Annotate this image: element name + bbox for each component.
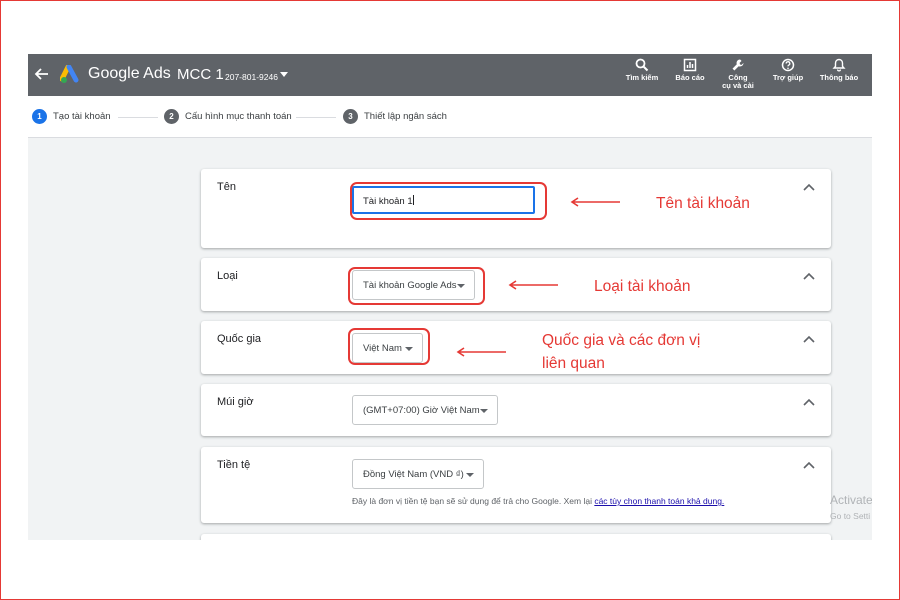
account-dropdown-caret-icon[interactable] xyxy=(280,72,288,77)
arrow-left-icon xyxy=(508,280,558,290)
activate-watermark-sub: Go to Setti xyxy=(830,511,871,521)
app-name: Google Ads xyxy=(88,65,171,82)
name-annotation: Tên tài khoản xyxy=(656,195,750,212)
step-3-number[interactable]: 3 xyxy=(343,109,358,124)
reports-tool-button[interactable]: Báo cáo xyxy=(670,58,710,82)
reports-tool-label: Báo cáo xyxy=(675,73,705,82)
currency-dropdown[interactable]: Đồng Việt Nam (VND ₫) xyxy=(352,459,484,489)
step-connector xyxy=(296,117,336,118)
step-1-label[interactable]: Tạo tài khoản xyxy=(53,111,111,122)
chevron-up-icon[interactable] xyxy=(803,183,815,191)
name-field-highlight xyxy=(350,182,547,220)
next-section xyxy=(201,534,831,540)
timezone-section: Múi giờ (GMT+07:00) Giờ Việt Nam xyxy=(201,384,831,436)
dropdown-caret-icon xyxy=(466,473,474,477)
type-label: Loại xyxy=(217,270,238,282)
arrow-back-icon[interactable] xyxy=(32,64,52,84)
country-annotation: Quốc gia và các đơn vị liên quan xyxy=(542,332,701,372)
account-name[interactable]: MCC 1 xyxy=(177,66,224,83)
wrench-icon xyxy=(732,59,744,71)
timezone-value: (GMT+07:00) Giờ Việt Nam xyxy=(363,405,480,416)
search-tool-button[interactable]: Tìm kiếm xyxy=(622,58,662,82)
arrow-left-icon xyxy=(570,197,620,207)
currency-section: Tiền tệ Đồng Việt Nam (VND ₫) Đây là đơn… xyxy=(201,447,831,523)
name-label: Tên xyxy=(217,181,236,193)
chevron-up-icon[interactable] xyxy=(803,272,815,280)
search-icon xyxy=(635,58,649,72)
chevron-up-icon[interactable] xyxy=(803,398,815,406)
type-field-highlight xyxy=(348,267,485,305)
notifications-tool-button[interactable]: Thông báo xyxy=(816,58,862,82)
help-icon xyxy=(781,58,795,72)
step-connector xyxy=(118,117,158,118)
notifications-tool-label: Thông báo xyxy=(819,73,859,82)
currency-helper-message: Đây là đơn vị tiền tệ bạn sẽ sử dụng để … xyxy=(352,496,595,506)
activate-watermark: Activate xyxy=(830,493,872,507)
reports-icon xyxy=(683,58,697,72)
account-setup-stepper: 1 Tạo tài khoản 2 Cấu hình mục thanh toá… xyxy=(28,96,872,138)
help-tool-button[interactable]: Trợ giúp xyxy=(768,58,808,82)
arrow-left-icon xyxy=(456,347,506,357)
timezone-label: Múi giờ xyxy=(217,396,254,408)
country-section: Quốc gia Việt Nam xyxy=(201,321,831,374)
currency-label: Tiền tệ xyxy=(217,459,251,471)
currency-value: Đồng Việt Nam (VND ₫) xyxy=(363,469,464,480)
account-id[interactable]: 207-801-9246 xyxy=(225,72,278,82)
top-app-bar: Google Ads MCC 1 207-801-9246 Tìm kiếm B… xyxy=(28,54,872,96)
google-ads-logo-icon xyxy=(60,65,79,83)
chevron-up-icon[interactable] xyxy=(803,461,815,469)
search-tool-label: Tìm kiếm xyxy=(625,73,659,82)
tools-settings-button[interactable]: Công cụ và cài xyxy=(718,58,758,90)
chevron-up-icon[interactable] xyxy=(803,335,815,343)
timezone-dropdown[interactable]: (GMT+07:00) Giờ Việt Nam xyxy=(352,395,498,425)
step-1-number[interactable]: 1 xyxy=(32,109,47,124)
dropdown-caret-icon xyxy=(480,409,488,413)
bell-icon xyxy=(832,58,846,72)
country-label: Quốc gia xyxy=(217,333,262,345)
help-tool-label: Trợ giúp xyxy=(772,73,804,82)
payment-options-link[interactable]: các tùy chọn thanh toán khả dụng. xyxy=(594,496,724,506)
step-2-number[interactable]: 2 xyxy=(164,109,179,124)
country-field-highlight xyxy=(348,328,430,365)
step-3-label[interactable]: Thiết lập ngân sách xyxy=(364,111,447,122)
type-annotation: Loại tài khoản xyxy=(594,278,691,295)
step-2-label[interactable]: Cấu hình mục thanh toán xyxy=(185,111,292,122)
currency-helper-text: Đây là đơn vị tiền tệ bạn sẽ sử dụng để … xyxy=(352,496,724,506)
tools-settings-label: Công cụ và cài xyxy=(722,73,754,90)
